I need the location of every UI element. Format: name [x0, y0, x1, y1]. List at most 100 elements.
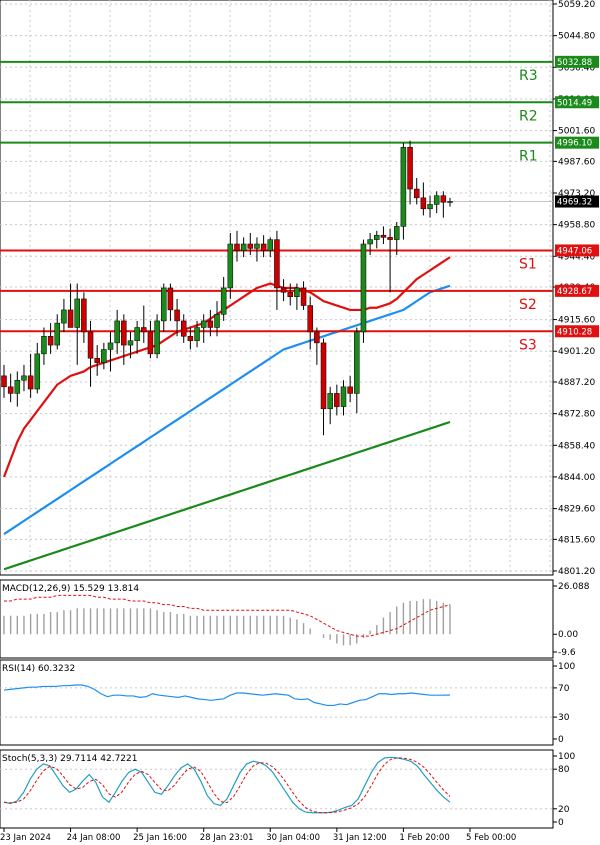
x-tick-label: 30 Jan 04:00 [266, 833, 320, 843]
x-tick-label: 5 Feb 00:00 [466, 833, 516, 843]
y-tick-label: 4858.40 [558, 441, 595, 451]
candle-body [440, 195, 447, 203]
level-name-r3: R3 [519, 68, 538, 84]
candle-body [254, 243, 260, 249]
candle-body [387, 237, 393, 240]
candle-body [314, 331, 320, 344]
y-tick-label: 70 [558, 684, 570, 694]
y-tick-label: 4915.60 [558, 316, 595, 326]
y-tick-label: 80 [558, 765, 570, 775]
candle-body [161, 287, 167, 322]
y-tick-label: -9.6 [558, 648, 576, 658]
level-name-s3: S3 [519, 337, 537, 353]
macd-title: MACD(12,26,9) 15.529 13.814 [2, 584, 139, 594]
x-tick-label: 31 Jan 12:00 [333, 833, 387, 843]
level-name-s2: S2 [519, 297, 537, 313]
candle-body [101, 349, 107, 363]
candle-body [287, 292, 293, 297]
y-tick-label: 4844.00 [558, 473, 595, 483]
level-price-label: 5032.88 [557, 58, 592, 68]
trading-chart: 5059.205044.805030.405016.005001.604987.… [0, 0, 599, 843]
candle-body [174, 309, 180, 322]
x-tick-label: 25 Jan 16:00 [133, 833, 187, 843]
y-tick-label: 5001.60 [558, 127, 595, 137]
x-tick-label: 1 Feb 20:00 [399, 833, 449, 843]
y-tick-label: 0.00 [558, 630, 578, 640]
y-tick-label: 0 [558, 818, 564, 828]
candle-body [127, 340, 134, 346]
candle-body [21, 375, 27, 381]
y-tick-label: 4801.20 [558, 567, 595, 577]
y-tick-label: 100 [558, 662, 575, 672]
candle-body [240, 243, 247, 251]
candle-body [61, 309, 67, 324]
stoch-panel: Stoch(5,3,3) 29.7114 42.7221 100 80 20 0 [0, 749, 575, 829]
level-price-label: 4996.10 [557, 139, 592, 149]
current-price-label: 4969.32 [557, 198, 592, 208]
x-tick-label: 28 Jan 23:01 [200, 833, 254, 843]
candle-body [34, 353, 41, 390]
price-panel: 5059.205044.805030.405016.005001.604987.… [0, 0, 599, 577]
candle-body [67, 309, 74, 328]
candle-body [220, 287, 227, 315]
y-tick-label: 4987.60 [558, 157, 595, 167]
candle-body [147, 331, 154, 355]
candle-body [1, 375, 7, 388]
y-tick-label: 4872.80 [558, 410, 595, 420]
y-tick-label: 4958.80 [558, 221, 595, 231]
x-axis: 23 Jan 2024 24 Jan 08:00 25 Jan 16:00 28 Ja… [0, 828, 516, 843]
candle-body [360, 243, 367, 333]
level-name-r1: R1 [519, 149, 538, 165]
candle-body [27, 375, 34, 390]
candle-body [227, 243, 234, 289]
candle-body [7, 386, 14, 394]
candle-body [327, 393, 333, 410]
candle-body [141, 327, 147, 333]
level-price-label: 4910.28 [557, 327, 592, 337]
candle-body [14, 379, 21, 394]
y-tick-label: 5059.20 [558, 0, 595, 10]
candle-body [134, 327, 140, 341]
candle-body [214, 314, 220, 328]
y-tick-label: 0 [558, 735, 564, 745]
candle-body [41, 336, 47, 355]
candle-body [81, 298, 87, 333]
level-name-r2: R2 [519, 108, 538, 124]
candle-body [334, 393, 340, 407]
candle-body [234, 243, 240, 251]
level-price-label: 4947.06 [557, 246, 592, 256]
candle-body [87, 331, 94, 359]
y-tick-label: 26.088 [558, 582, 590, 592]
candle-body [54, 322, 61, 346]
candle-body [347, 386, 353, 394]
candle-body [433, 195, 440, 205]
candle-body [367, 239, 373, 245]
y-tick-label: 4901.20 [558, 347, 595, 357]
candle-body [374, 234, 380, 240]
candle-body [200, 320, 207, 328]
x-tick-label: 23 Jan 2024 [0, 833, 51, 843]
candle-body [194, 327, 200, 341]
candle-body [267, 239, 274, 251]
candle-body [400, 147, 407, 227]
candle-body [260, 243, 267, 251]
level-price-label: 5014.49 [557, 98, 592, 108]
candle-body [114, 320, 120, 344]
stoch-title: Stoch(5,3,3) 29.7114 42.7221 [2, 754, 137, 764]
y-tick-label: 4829.60 [558, 505, 595, 515]
candle-body [187, 336, 194, 341]
x-tick-label: 24 Jan 08:00 [67, 833, 121, 843]
candle-body [180, 320, 187, 337]
level-name-s1: S1 [519, 256, 537, 272]
candle-body [447, 201, 453, 203]
candle-body [420, 197, 427, 210]
macd-panel: MACD(12,26,9) 15.529 13.814 26.088 0.00 -9.… [0, 579, 590, 659]
candle-body [413, 188, 420, 199]
candle-body [107, 342, 114, 350]
candle-body [427, 204, 433, 210]
candle-body [74, 298, 80, 328]
candle-body [167, 287, 174, 311]
candle-body [300, 287, 307, 306]
candle-body [154, 320, 160, 355]
y-tick-label: 4887.20 [558, 378, 595, 388]
